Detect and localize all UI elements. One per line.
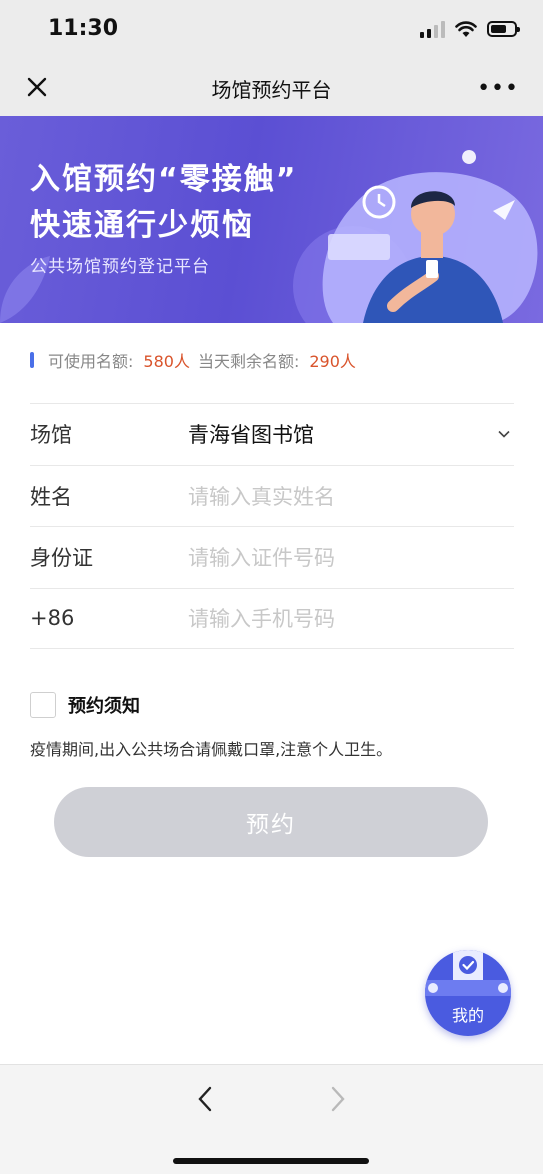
notice-text: 疫情期间,出入公共场合请佩戴口罩,注意个人卫生。 (30, 740, 393, 759)
status-bar: 11:30 (0, 0, 543, 60)
name-label: 姓名 (30, 484, 72, 509)
wifi-icon (455, 21, 477, 37)
banner-headline-2: 快速通行少烦恼 (30, 208, 254, 243)
battery-icon (487, 21, 520, 37)
id-input[interactable]: 请输入证件号码 (188, 542, 335, 572)
notice-checkbox[interactable] (30, 692, 56, 718)
name-input[interactable]: 请输入真实姓名 (188, 481, 335, 511)
bottom-nav (0, 1064, 543, 1174)
notice-agreement[interactable]: 预约须知 (30, 692, 140, 718)
forward-icon[interactable] (326, 1085, 350, 1113)
more-icon[interactable]: ••• (477, 76, 519, 101)
status-icons (420, 20, 520, 38)
banner-illustration (293, 150, 538, 323)
submit-button[interactable]: 预约 (54, 787, 488, 857)
banner-headline-1: 入馆预约“零接触” (30, 162, 298, 197)
venue-label: 场馆 (30, 423, 72, 448)
remaining-value: 290人 (309, 352, 356, 371)
venue-select[interactable]: 场馆 青海省图书馆 (30, 403, 514, 465)
available-label: 可使用名额: (48, 352, 134, 371)
id-label: 身份证 (30, 546, 93, 571)
available-value: 580人 (143, 352, 190, 371)
hero-banner: 入馆预约“零接触” 快速通行少烦恼 公共场馆预约登记平台 (0, 116, 543, 323)
quota-info: 可使用名额: 580人 当天剩余名额: 290人 (30, 348, 364, 372)
nav-bar: 场馆预约平台 ••• (0, 60, 543, 116)
remaining-label: 当天剩余名额: (197, 352, 300, 371)
name-field[interactable]: 姓名 请输入真实姓名 (30, 464, 514, 527)
back-icon[interactable] (193, 1085, 217, 1113)
id-field[interactable]: 身份证 请输入证件号码 (30, 526, 514, 588)
phone-prefix: +86 (30, 606, 75, 631)
phone-field[interactable]: +86 请输入手机号码 (30, 587, 514, 649)
chevron-down-icon (498, 430, 510, 438)
signal-icon (420, 20, 445, 38)
banner-subtitle: 公共场馆预约登记平台 (30, 257, 210, 277)
mine-button[interactable]: 我的 (425, 950, 511, 1036)
quota-indicator (30, 352, 34, 368)
booking-form: 场馆 青海省图书馆 姓名 请输入真实姓名 身份证 请输入证件号码 +86 请输入… (30, 403, 514, 649)
phone-input[interactable]: 请输入手机号码 (188, 603, 335, 633)
page-title: 场馆预约平台 (211, 78, 332, 102)
mine-label: 我的 (451, 1006, 484, 1025)
notice-title: 预约须知 (68, 696, 140, 717)
venue-value: 青海省图书馆 (188, 423, 314, 448)
home-indicator (173, 1158, 369, 1164)
status-time: 11:30 (48, 16, 119, 41)
